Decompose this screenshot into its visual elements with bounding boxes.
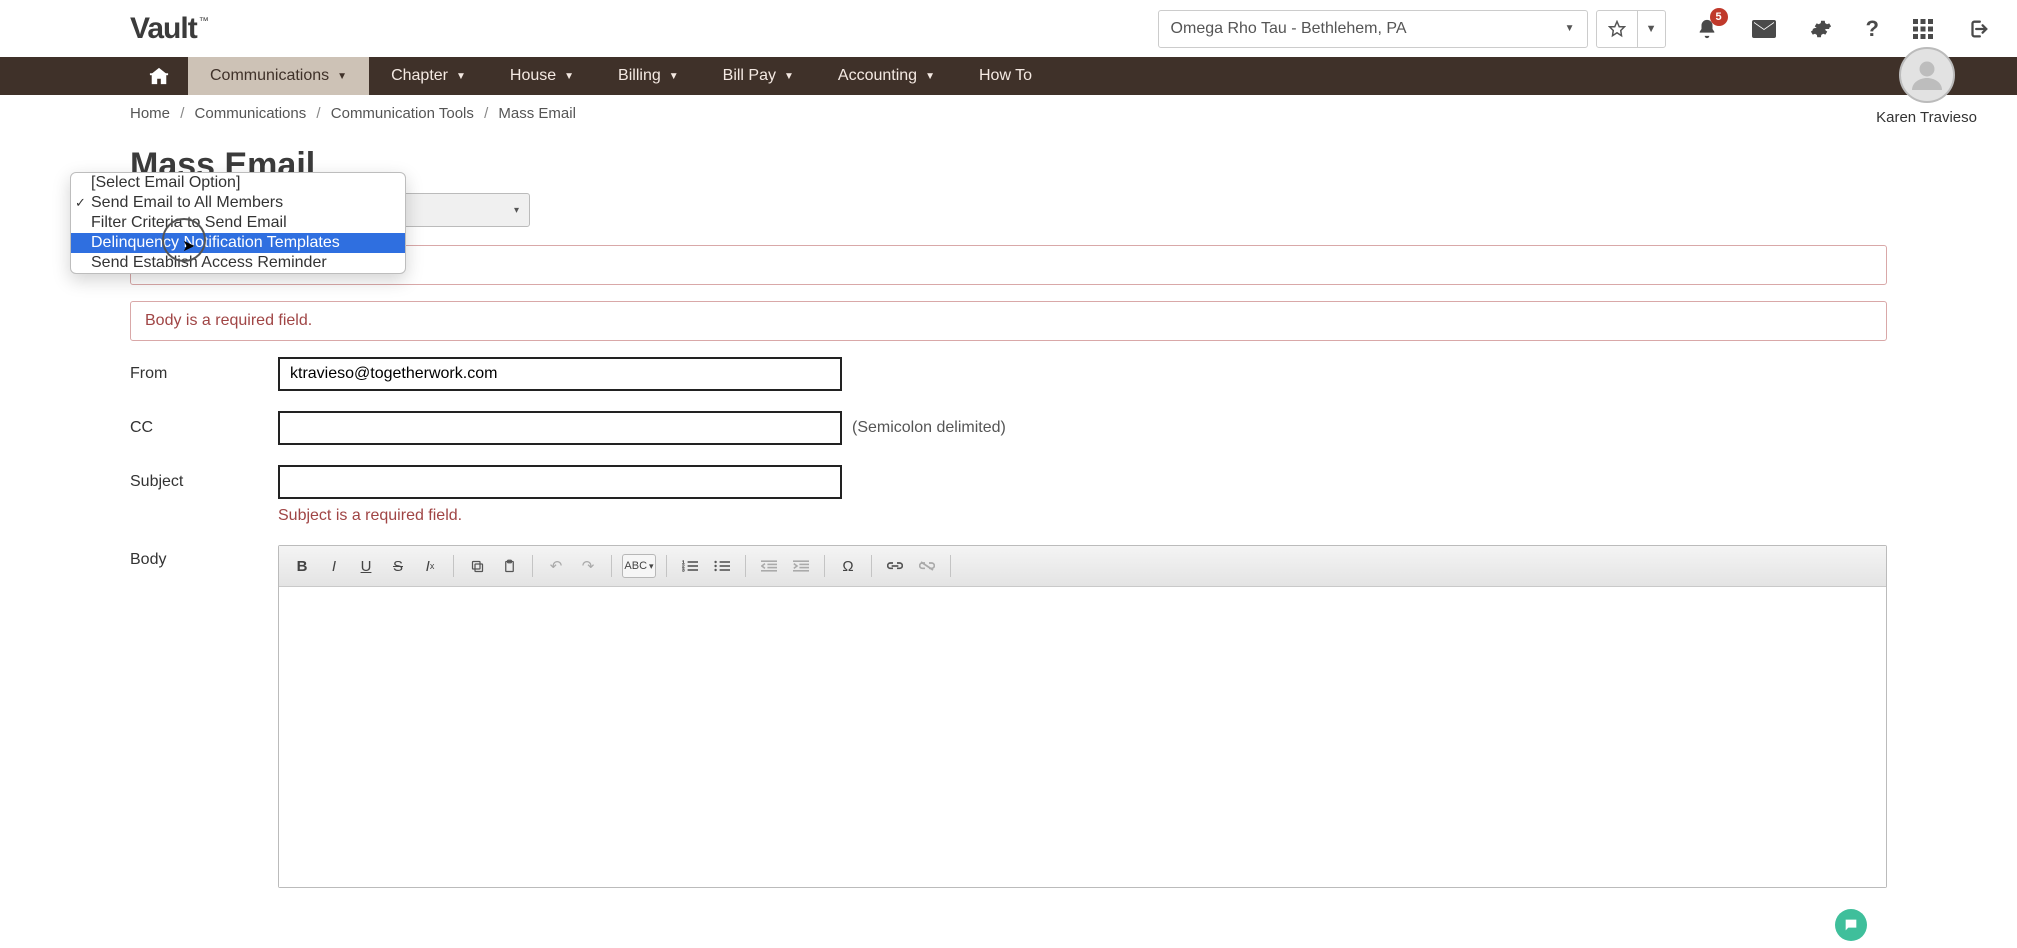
gear-icon[interactable] xyxy=(1810,18,1832,40)
copy-button[interactable] xyxy=(464,554,490,578)
link-button[interactable] xyxy=(882,554,908,578)
org-selector[interactable]: Omega Rho Tau - Bethlehem, PA ▼ xyxy=(1158,10,1588,48)
cc-hint: (Semicolon delimited) xyxy=(852,411,1006,437)
favorite-caret-button[interactable]: ▼ xyxy=(1637,11,1665,47)
strike-button[interactable]: S xyxy=(385,554,411,578)
nav-home-icon[interactable] xyxy=(130,57,188,95)
nav-how-to[interactable]: How To xyxy=(957,57,1054,95)
subject-label: Subject xyxy=(130,465,278,491)
help-icon[interactable]: ? xyxy=(1866,16,1879,42)
opt-delinquency-templates[interactable]: Delinquency Notification Templates xyxy=(71,233,405,253)
brand-logo[interactable]: Vault™ xyxy=(130,12,208,46)
email-option-dropdown[interactable]: [Select Email Option] Send Email to All … xyxy=(70,172,406,274)
underline-button[interactable]: U xyxy=(353,554,379,578)
org-selector-label: Omega Rho Tau - Bethlehem, PA xyxy=(1171,20,1407,38)
editor-toolbar: B I U S Ix ↶ ↷ ABC▾ 123 xyxy=(279,546,1886,587)
envelope-icon[interactable] xyxy=(1752,20,1776,38)
opt-select-email-option[interactable]: [Select Email Option] xyxy=(71,173,405,193)
unlink-button[interactable] xyxy=(914,554,940,578)
crumb-mass-email: Mass Email xyxy=(498,105,576,122)
breadcrumb: Home / Communications / Communication To… xyxy=(0,95,2017,122)
undo-button[interactable]: ↶ xyxy=(543,554,569,578)
bell-icon[interactable]: 5 xyxy=(1696,18,1718,40)
svg-text:3: 3 xyxy=(682,568,685,573)
numbered-list-button[interactable]: 123 xyxy=(677,554,703,578)
subject-error: Subject is a required field. xyxy=(278,507,842,525)
nav-communications[interactable]: Communications▼ xyxy=(188,57,369,95)
subject-input[interactable] xyxy=(278,465,842,499)
bold-button[interactable]: B xyxy=(289,554,315,578)
from-label: From xyxy=(130,357,278,383)
bullet-list-button[interactable] xyxy=(709,554,735,578)
body-label: Body xyxy=(130,545,278,569)
spellcheck-button[interactable]: ABC▾ xyxy=(622,554,656,578)
avatar[interactable] xyxy=(1899,47,1955,103)
favorite-star-button[interactable] xyxy=(1597,11,1637,47)
bell-badge: 5 xyxy=(1710,8,1728,26)
opt-filter-criteria[interactable]: Filter Criteria to Send Email xyxy=(71,213,405,233)
crumb-communications[interactable]: Communications xyxy=(195,105,307,122)
crumb-communication-tools[interactable]: Communication Tools xyxy=(331,105,474,122)
caret-down-icon: ▾ xyxy=(514,205,519,216)
nav-chapter[interactable]: Chapter▼ xyxy=(369,57,488,95)
nav-accounting[interactable]: Accounting▼ xyxy=(816,57,957,95)
outdent-button[interactable] xyxy=(756,554,782,578)
caret-down-icon: ▼ xyxy=(1565,23,1575,34)
nav-billing[interactable]: Billing▼ xyxy=(596,57,701,95)
apps-grid-icon[interactable] xyxy=(1913,19,1933,39)
rich-text-editor: B I U S Ix ↶ ↷ ABC▾ 123 xyxy=(278,545,1887,888)
chat-bubble-icon[interactable] xyxy=(1835,909,1867,941)
alert-body-required: Body is a required field. xyxy=(130,301,1887,341)
redo-button[interactable]: ↷ xyxy=(575,554,601,578)
nav-house[interactable]: House▼ xyxy=(488,57,596,95)
remove-format-button[interactable]: Ix xyxy=(417,554,443,578)
italic-button[interactable]: I xyxy=(321,554,347,578)
paste-button[interactable] xyxy=(496,554,522,578)
editor-body[interactable] xyxy=(279,587,1886,887)
indent-button[interactable] xyxy=(788,554,814,578)
opt-send-all-members[interactable]: Send Email to All Members xyxy=(71,193,405,213)
sign-out-icon[interactable] xyxy=(1967,18,1989,40)
nav-bill-pay[interactable]: Bill Pay▼ xyxy=(701,57,816,95)
from-input[interactable] xyxy=(278,357,842,391)
crumb-home[interactable]: Home xyxy=(130,105,170,122)
cc-label: CC xyxy=(130,411,278,437)
cc-input[interactable] xyxy=(278,411,842,445)
opt-send-access-reminder[interactable]: Send Establish Access Reminder xyxy=(71,253,405,273)
special-char-button[interactable]: Ω xyxy=(835,554,861,578)
